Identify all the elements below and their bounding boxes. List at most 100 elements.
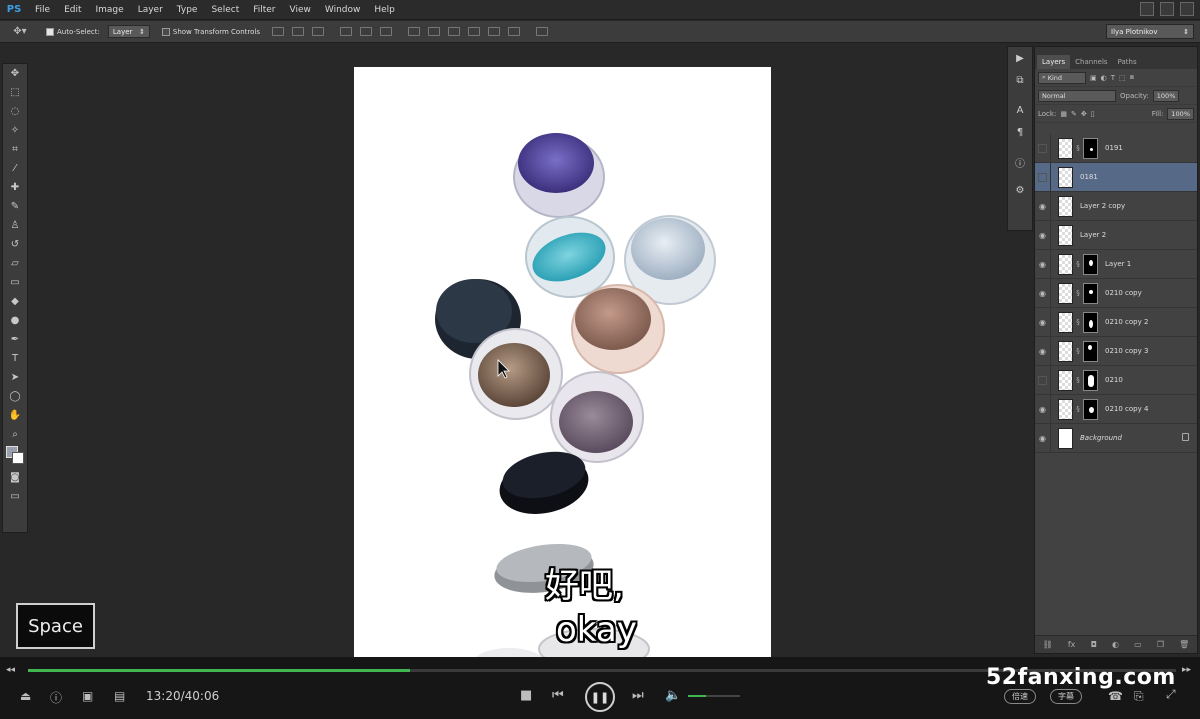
align-bottom-icon[interactable]: [311, 27, 324, 36]
distribute-hcenter-icon[interactable]: [487, 27, 500, 36]
layer-mask-thumbnail[interactable]: [1083, 311, 1098, 333]
mask-link-icon[interactable]: §: [1074, 289, 1082, 297]
align-right-icon[interactable]: [379, 27, 392, 36]
paragraph-panel-icon[interactable]: ¶: [1008, 121, 1032, 143]
pen-tool-icon[interactable]: ✒: [3, 330, 27, 349]
distribute-top-icon[interactable]: [407, 27, 420, 36]
opacity-input[interactable]: 100%: [1152, 89, 1180, 102]
brush-tool-icon[interactable]: ✎: [3, 197, 27, 216]
ellipse-tool-icon[interactable]: ◯: [3, 387, 27, 406]
layer-row-layer-2[interactable]: ◉ Layer 2: [1035, 220, 1197, 250]
quick-mask-icon[interactable]: ◙: [3, 468, 27, 487]
blur-tool-icon[interactable]: ◆: [3, 292, 27, 311]
fill-input[interactable]: 100%: [1167, 107, 1194, 120]
distribute-left-icon[interactable]: [467, 27, 480, 36]
eye-icon[interactable]: ◉: [1035, 249, 1051, 279]
crop-tool-icon[interactable]: ⌗: [3, 140, 27, 159]
dodge-tool-icon[interactable]: ●: [3, 311, 27, 330]
visibility-toggle[interactable]: [1035, 133, 1051, 163]
chat-icon[interactable]: ▣: [82, 689, 93, 703]
adjustment-layer-icon[interactable]: ◐: [1112, 640, 1119, 649]
eye-icon[interactable]: ◉: [1035, 423, 1051, 453]
stop-icon[interactable]: ■: [520, 688, 532, 703]
auto-select-target-dropdown[interactable]: Layer ⇕: [107, 25, 150, 38]
add-mask-icon[interactable]: ◘: [1091, 640, 1097, 649]
eye-icon[interactable]: ◉: [1035, 278, 1051, 308]
tab-channels[interactable]: Channels: [1070, 55, 1112, 69]
mask-link-icon[interactable]: §: [1074, 318, 1082, 326]
character-panel-icon[interactable]: A: [1008, 99, 1032, 121]
layer-row-0210-copy-4[interactable]: ◉ § 0210 copy 4: [1035, 394, 1197, 424]
layer-row-layer-1[interactable]: ◉ § Layer 1: [1035, 249, 1197, 279]
adjustment-filter-icon[interactable]: ◐: [1101, 74, 1107, 82]
menu-view[interactable]: View: [283, 0, 318, 20]
eject-icon[interactable]: ⏏: [20, 689, 31, 703]
layer-row-0181[interactable]: 0181: [1035, 162, 1197, 192]
next-icon[interactable]: ⏭: [632, 688, 644, 703]
marquee-tool-icon[interactable]: ⬚: [3, 83, 27, 102]
close-button[interactable]: [1180, 2, 1194, 16]
menu-file[interactable]: File: [28, 0, 57, 20]
lasso-tool-icon[interactable]: ◌: [3, 102, 27, 121]
menu-filter[interactable]: Filter: [246, 0, 282, 20]
mask-link-icon[interactable]: §: [1074, 405, 1082, 413]
previous-icon[interactable]: ⏮: [552, 688, 564, 703]
eye-icon[interactable]: ◉: [1035, 307, 1051, 337]
eye-icon[interactable]: ◉: [1035, 336, 1051, 366]
delete-layer-icon[interactable]: 🗑: [1179, 640, 1189, 649]
layer-mask-thumbnail[interactable]: [1083, 340, 1098, 362]
tab-layers[interactable]: Layers: [1037, 55, 1071, 69]
blend-mode-dropdown[interactable]: Normal: [1038, 89, 1116, 102]
layer-row-0210-copy-3[interactable]: ◉ § 0210 copy 3: [1035, 336, 1197, 366]
layer-mask-thumbnail[interactable]: [1083, 137, 1098, 159]
align-vcenter-icon[interactable]: [291, 27, 304, 36]
eye-icon[interactable]: ◉: [1035, 394, 1051, 424]
info-icon[interactable]: ⓘ: [50, 689, 62, 706]
move-tool-icon[interactable]: ✥: [3, 64, 27, 83]
distribute-vcenter-icon[interactable]: [427, 27, 440, 36]
actions-panel-icon[interactable]: ▶: [1008, 47, 1032, 69]
layer-mask-thumbnail[interactable]: [1083, 369, 1098, 391]
path-selection-tool-icon[interactable]: ➤: [3, 368, 27, 387]
history-panel-icon[interactable]: ⧉: [1008, 69, 1032, 91]
filter-kind-dropdown[interactable]: ⌕ Kind: [1038, 71, 1086, 84]
workspace-switcher[interactable]: Ilya Plotnikov ⇕: [1106, 24, 1194, 39]
layer-row-0210[interactable]: § 0210: [1035, 365, 1197, 395]
layer-mask-thumbnail[interactable]: [1083, 398, 1098, 420]
visibility-toggle[interactable]: [1035, 162, 1051, 192]
lock-all-icon[interactable]: ▯: [1091, 110, 1095, 118]
layer-mask-thumbnail[interactable]: [1083, 253, 1098, 275]
share-icon[interactable]: ⎘: [1134, 689, 1144, 704]
distribute-right-icon[interactable]: [507, 27, 520, 36]
layer-row-0191[interactable]: § 0191: [1035, 133, 1197, 163]
volume-icon[interactable]: 🔈: [665, 688, 681, 703]
volume-slider[interactable]: [688, 695, 740, 697]
transform-controls-checkbox[interactable]: Show Transform Controls: [161, 27, 260, 36]
lock-position-icon[interactable]: ✥: [1081, 110, 1087, 118]
layer-row-0210-copy[interactable]: ◉ § 0210 copy: [1035, 278, 1197, 308]
shape-filter-icon[interactable]: ⬚: [1119, 74, 1126, 82]
menu-image[interactable]: Image: [89, 0, 131, 20]
menu-type[interactable]: Type: [170, 0, 205, 20]
healing-brush-tool-icon[interactable]: ✚: [3, 178, 27, 197]
lock-transparency-icon[interactable]: ▦: [1060, 110, 1067, 118]
layer-row-background[interactable]: ◉ Background: [1035, 423, 1197, 453]
comment-icon[interactable]: ▤: [114, 689, 125, 703]
align-left-icon[interactable]: [339, 27, 352, 36]
visibility-toggle[interactable]: [1035, 365, 1051, 395]
magic-wand-tool-icon[interactable]: ✧: [3, 121, 27, 140]
layer-row-layer-2-copy[interactable]: ◉ Layer 2 copy: [1035, 191, 1197, 221]
gradient-tool-icon[interactable]: ▭: [3, 273, 27, 292]
zoom-tool-icon[interactable]: ⌕: [3, 425, 27, 444]
new-group-icon[interactable]: ▭: [1134, 640, 1142, 649]
forward-icon[interactable]: ▸▸: [1182, 665, 1191, 675]
menu-window[interactable]: Window: [318, 0, 368, 20]
eraser-tool-icon[interactable]: ▱: [3, 254, 27, 273]
eyedropper-tool-icon[interactable]: ⁄: [3, 159, 27, 178]
layer-style-icon[interactable]: fx: [1068, 640, 1076, 649]
type-filter-icon[interactable]: T: [1111, 74, 1115, 82]
new-layer-icon[interactable]: ❐: [1157, 640, 1164, 649]
menu-select[interactable]: Select: [204, 0, 246, 20]
mask-link-icon[interactable]: §: [1074, 260, 1082, 268]
type-tool-icon[interactable]: T: [3, 349, 27, 368]
